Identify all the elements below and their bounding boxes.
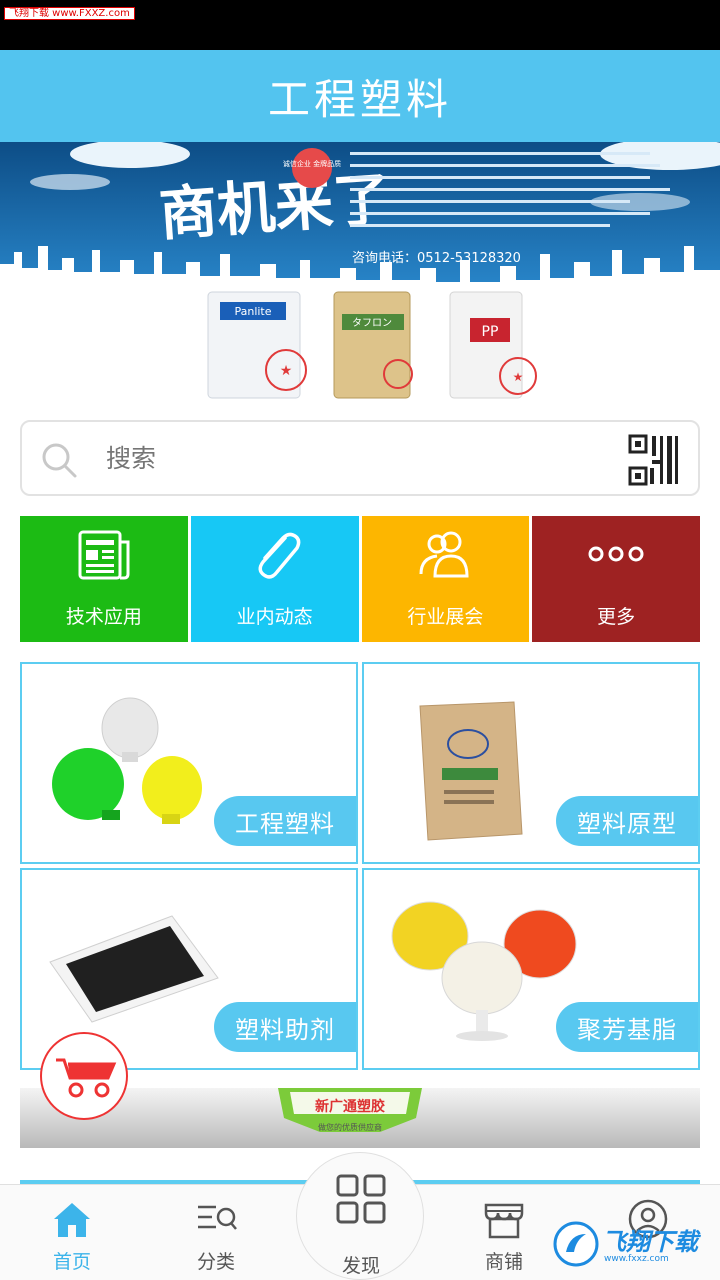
category-tiles: 技术应用 业内动态 行业展会 更多	[20, 516, 700, 642]
watermark-logo-icon	[553, 1221, 599, 1267]
app-screen: 飞翔下载 www.FXXZ.com 工程塑料 商机来了 诚信企业 金牌品质 咨询…	[0, 0, 720, 1280]
banner-stamp: 诚信企业 金牌品质	[283, 159, 341, 168]
category-label: 更多	[597, 606, 636, 628]
ad-bubble: 新广通塑胶 做您的优质供应商	[270, 1088, 430, 1148]
newspaper-icon	[78, 530, 130, 580]
people-icon	[419, 531, 469, 578]
category-more[interactable]: 更多	[532, 516, 700, 642]
product-tag: 塑料助剂	[214, 1002, 356, 1052]
cart-icon	[56, 1058, 117, 1098]
promo-banner[interactable]: 商机来了 诚信企业 金牌品质 咨询电话：0512-53128320 Panlit…	[0, 142, 720, 405]
search-icon	[42, 443, 77, 478]
product-tag: 工程塑料	[214, 796, 356, 846]
shop-icon	[484, 1203, 524, 1239]
status-bar: 飞翔下载 www.FXXZ.com	[0, 0, 720, 50]
paperclip-icon	[258, 532, 300, 579]
watermark-text: 飞翔下载	[602, 1228, 698, 1256]
banner-phone: 咨询电话：0512-53128320	[352, 251, 521, 266]
tab-shop[interactable]: 商铺	[444, 1185, 564, 1280]
qr-scan-icon[interactable]	[628, 434, 680, 486]
tab-home[interactable]: 首页	[12, 1185, 132, 1280]
watermark-top: 飞翔下载 www.FXXZ.com	[4, 7, 135, 20]
svg-text:★: ★	[280, 363, 293, 379]
bag-taflon: タフロン	[333, 291, 413, 399]
category-industry-news[interactable]: 业内动态	[190, 516, 359, 642]
svg-text:PP: PP	[482, 324, 499, 340]
category-trade-show[interactable]: 行业展会	[361, 516, 530, 642]
bag-panlite: Panlite ★	[207, 291, 307, 399]
page-title: 工程塑料	[267, 74, 452, 124]
watermark-bottom: 飞翔下载 www.fxxz.com	[552, 1218, 712, 1274]
app-header: 工程塑料	[0, 50, 720, 142]
tab-label: 分类	[196, 1251, 235, 1273]
category-tech-application[interactable]: 技术应用	[20, 516, 188, 642]
banner-art: 商机来了 诚信企业 金牌品质 咨询电话：0512-53128320 Panlit…	[0, 142, 720, 399]
bag-pp: PP ★	[449, 291, 537, 399]
cart-button[interactable]	[40, 1032, 128, 1120]
grid-icon	[336, 1174, 386, 1224]
product-card-polyaryl-resin[interactable]: 聚芳基脂	[362, 868, 700, 1070]
ad-company-name: 新广通塑胶	[315, 1099, 385, 1115]
category-label: 技术应用	[65, 606, 142, 628]
tab-discover[interactable]: 发现	[296, 1152, 424, 1280]
svg-text:★: ★	[513, 370, 524, 384]
product-card-engineering-plastic[interactable]: 工程塑料	[20, 662, 358, 864]
search-bar[interactable]	[20, 420, 700, 496]
watermark-url: www.fxxz.com	[604, 1254, 669, 1264]
home-icon	[54, 1203, 90, 1237]
product-tag: 聚芳基脂	[556, 1002, 698, 1052]
svg-text:タフロン: タフロン	[352, 317, 392, 329]
tab-label: 首页	[52, 1251, 91, 1273]
tab-label: 发现	[341, 1255, 380, 1277]
product-grid: 工程塑料 塑料原型 塑料助剂 聚芳基脂	[20, 662, 700, 1070]
category-search-icon	[198, 1205, 237, 1230]
category-label: 业内动态	[236, 606, 313, 628]
svg-text:Panlite: Panlite	[234, 305, 271, 318]
more-dots-icon	[588, 546, 644, 562]
category-label: 行业展会	[407, 606, 484, 628]
ad-slogan: 做您的优质供应商	[318, 1123, 382, 1132]
search-input[interactable]	[106, 444, 506, 473]
product-tag: 塑料原型	[556, 796, 698, 846]
tab-category[interactable]: 分类	[156, 1185, 276, 1280]
product-card-plastic-prototype[interactable]: 塑料原型	[362, 662, 700, 864]
tab-label: 商铺	[484, 1251, 523, 1273]
